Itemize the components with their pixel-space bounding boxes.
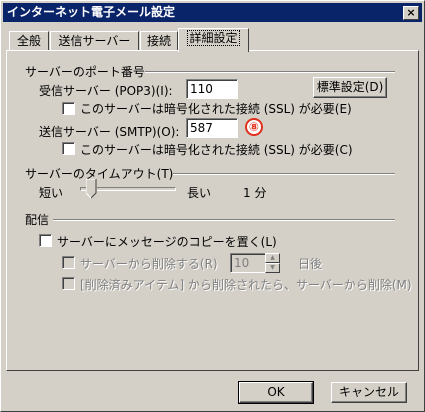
title-bar: インターネット電子メール設定 × [3, 3, 422, 22]
tab-general[interactable]: 全般 [9, 31, 49, 51]
incoming-port-input[interactable]: 110 [186, 79, 238, 99]
tab-general-label: 全般 [16, 34, 41, 48]
incoming-port-label: 受信サーバー (POP3)(I): [39, 84, 173, 98]
annotation-badge: ⑧ [245, 118, 263, 136]
outgoing-ssl-checkbox[interactable] [62, 142, 75, 155]
settings-dialog: インターネット電子メール設定 × 全般 送信サーバー 接続 詳細設定 サーバーの… [0, 0, 425, 412]
spin-down-icon[interactable]: ▼ [265, 263, 280, 273]
leave-copy-label: サーバーにメッセージのコピーを置く(L) [57, 235, 277, 249]
incoming-ssl-checkbox[interactable] [62, 102, 75, 115]
section-divider [141, 71, 395, 73]
default-settings-button[interactable]: 標準設定(D) [313, 77, 387, 98]
remove-after-label: サーバーから削除する(R) [80, 257, 218, 271]
tab-advanced[interactable]: 詳細設定 [178, 28, 249, 52]
remove-deleted-label: [削除済みアイテム] から削除されたら、サーバーから削除(M) [80, 278, 412, 292]
timeout-short-label: 短い [39, 186, 64, 200]
remove-days-unit: 日後 [298, 257, 323, 271]
section-divider [153, 173, 395, 175]
incoming-ssl-label: このサーバーは暗号化された接続 (SSL) が必要(E) [80, 102, 352, 116]
outgoing-port-label: 送信サーバー (SMTP)(O): [39, 125, 180, 139]
leave-copy-checkbox[interactable] [39, 234, 52, 247]
tab-advanced-label: 詳細設定 [187, 30, 240, 46]
timeout-section-title: サーバーのタイムアウト(T) [25, 165, 174, 182]
close-button[interactable]: × [403, 6, 419, 20]
ports-section-title: サーバーのポート番号 [25, 63, 145, 80]
cancel-button[interactable]: キャンセル [331, 382, 407, 403]
timeout-long-label: 長い [187, 186, 212, 200]
tab-connection-label: 接続 [146, 34, 171, 48]
timeout-slider-thumb[interactable] [85, 178, 97, 199]
delivery-section-title: 配信 [25, 211, 50, 228]
ok-button[interactable]: OK [238, 381, 314, 404]
spin-up-icon[interactable]: ▲ [265, 253, 280, 263]
section-divider [53, 219, 395, 221]
tab-outgoing-server[interactable]: 送信サーバー [50, 31, 139, 51]
remove-deleted-checkbox[interactable] [62, 277, 75, 290]
tab-connection[interactable]: 接続 [140, 31, 178, 51]
remove-after-checkbox[interactable] [62, 256, 75, 269]
remove-days-spinner[interactable]: ▲ ▼ [265, 253, 280, 273]
timeout-value: 1 分 [243, 186, 267, 200]
outgoing-port-input[interactable]: 587 [186, 118, 238, 138]
window-title: インターネット電子メール設定 [7, 5, 176, 19]
tab-outgoing-server-label: 送信サーバー [58, 34, 131, 48]
outgoing-ssl-label: このサーバーは暗号化された接続 (SSL) が必要(C) [80, 143, 353, 157]
close-icon: × [406, 6, 416, 19]
